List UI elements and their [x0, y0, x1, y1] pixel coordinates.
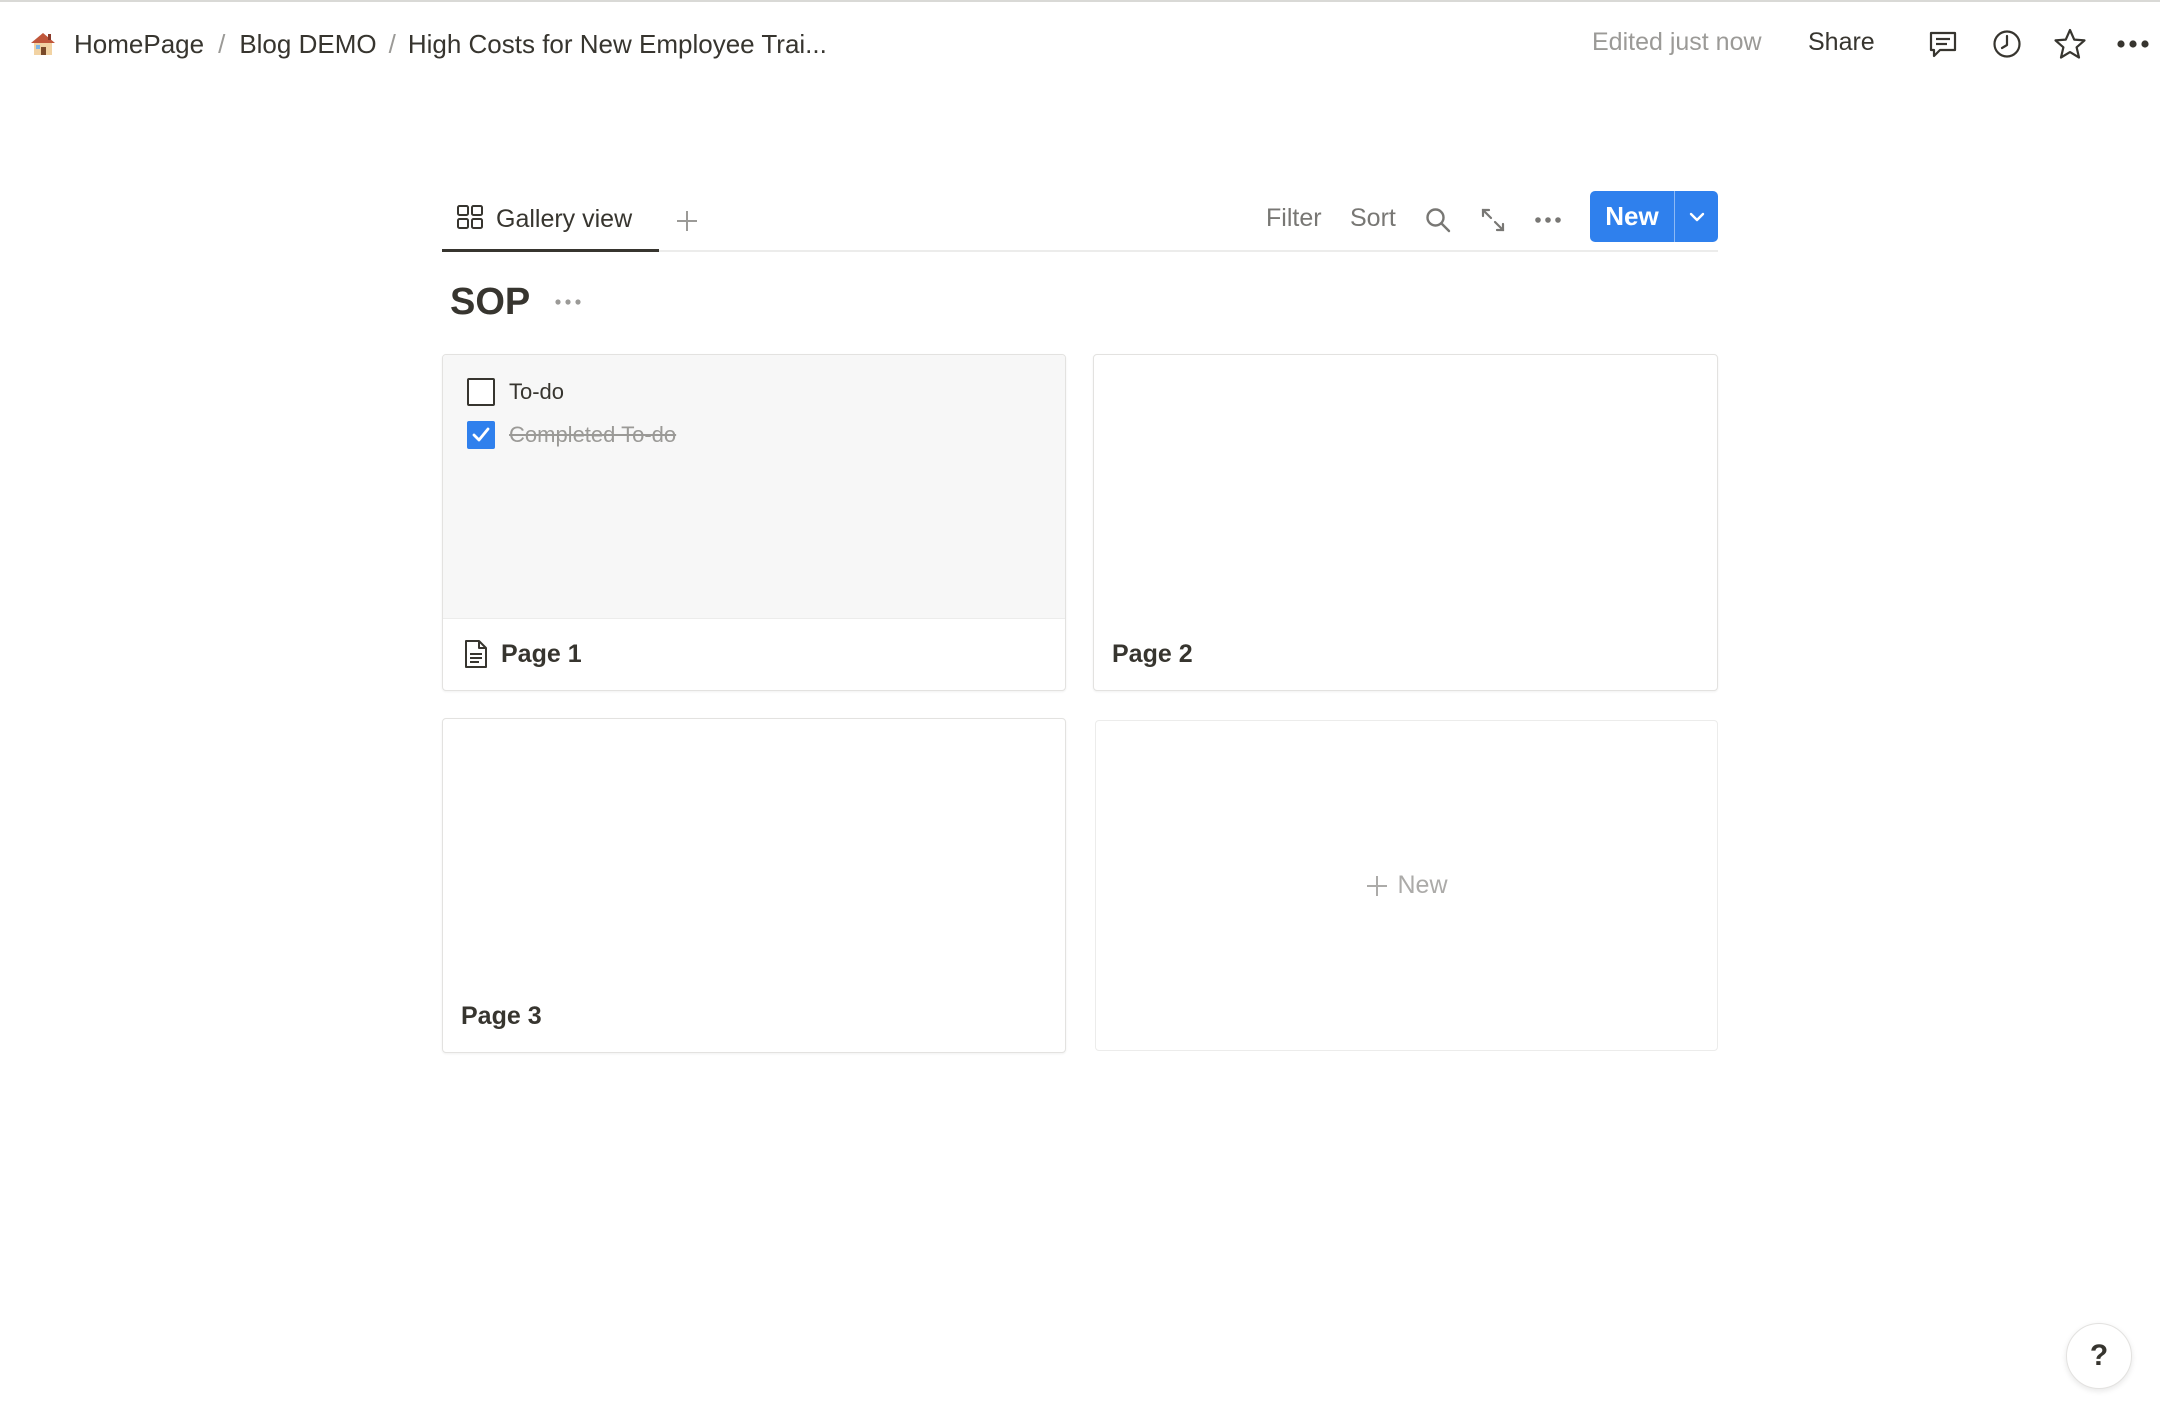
new-button-group: New [1590, 191, 1718, 242]
add-view-plus-icon[interactable] [670, 204, 704, 238]
page-document-icon [461, 639, 491, 669]
tab-gallery-view[interactable]: Gallery view [442, 190, 659, 252]
card-title: Page 2 [1112, 639, 1193, 668]
comment-icon[interactable] [1923, 24, 1963, 64]
card-title: Page 1 [501, 639, 582, 668]
more-horizontal-icon[interactable] [2113, 24, 2153, 64]
share-button[interactable]: Share [1808, 28, 1875, 57]
card-title: Page 3 [461, 1001, 542, 1030]
top-bar: HomePage / Blog DEMO / High Costs for Ne… [0, 2, 2160, 82]
title-more-icon[interactable] [552, 286, 584, 318]
sort-button[interactable]: Sort [1350, 204, 1396, 233]
todo-label: To-do [509, 379, 565, 404]
breadcrumb-separator: / [388, 28, 396, 59]
plus-icon [1367, 875, 1388, 896]
chevron-down-icon[interactable] [1675, 191, 1718, 242]
todo-item[interactable]: Completed To-do [467, 418, 676, 452]
card-footer: Page 2 [1094, 618, 1717, 690]
todo-label-completed: Completed To-do [509, 422, 677, 447]
todo-checkbox-unchecked[interactable] [467, 378, 495, 406]
expand-arrows-icon[interactable] [1473, 200, 1513, 240]
todo-item[interactable]: To-do [467, 375, 564, 409]
house-emoji-icon [28, 29, 58, 59]
new-card-content: New [1365, 871, 1448, 900]
breadcrumb-item-blog-demo[interactable]: Blog DEMO [237, 29, 378, 60]
todo-checkbox-checked[interactable] [467, 421, 495, 449]
new-card-button[interactable]: New [1095, 720, 1718, 1051]
card-footer: Page 3 [443, 980, 1065, 1052]
star-icon[interactable] [2050, 24, 2090, 64]
view-bar: Gallery view Filter Sort New [442, 190, 1718, 252]
gallery-card-page-3[interactable]: Page 3 [442, 718, 1066, 1053]
search-icon[interactable] [1418, 200, 1458, 240]
help-button[interactable]: ? [2066, 1323, 2132, 1389]
card-preview [1094, 355, 1717, 619]
gallery-card-page-2[interactable]: Page 2 [1093, 354, 1718, 691]
checkmark-icon [472, 427, 490, 442]
database-title-row: SOP [450, 276, 584, 328]
breadcrumb-separator: / [218, 28, 226, 59]
breadcrumb-item-homepage[interactable]: HomePage [72, 29, 206, 60]
card-preview [443, 719, 1065, 983]
gallery-database: Gallery view Filter Sort New SOP [442, 190, 1718, 323]
card-preview: To-do Completed To-do [443, 355, 1065, 619]
new-card-label: New [1397, 871, 1448, 899]
clock-history-icon[interactable] [1987, 24, 2027, 64]
view-options-more-icon[interactable] [1528, 200, 1568, 240]
breadcrumb: HomePage / Blog DEMO / High Costs for Ne… [28, 24, 829, 64]
filter-button[interactable]: Filter [1266, 204, 1322, 233]
tab-label: Gallery view [496, 205, 633, 233]
gallery-grid-icon [456, 203, 484, 236]
card-footer: Page 1 [443, 618, 1065, 690]
breadcrumb-item-current-page[interactable]: High Costs for New Employee Trai... [406, 29, 829, 60]
edited-status: Edited just now [1592, 28, 1762, 56]
gallery-card-page-1[interactable]: To-do Completed To-do Page 1 [442, 354, 1066, 691]
database-title[interactable]: SOP [450, 281, 530, 324]
new-button[interactable]: New [1590, 191, 1674, 242]
